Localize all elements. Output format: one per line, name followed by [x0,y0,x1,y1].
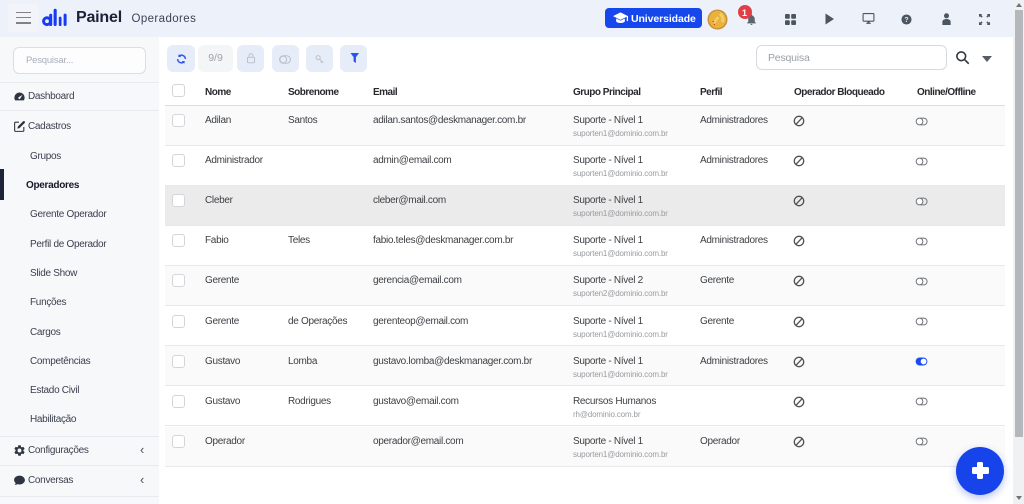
svg-text:?: ? [904,17,908,24]
